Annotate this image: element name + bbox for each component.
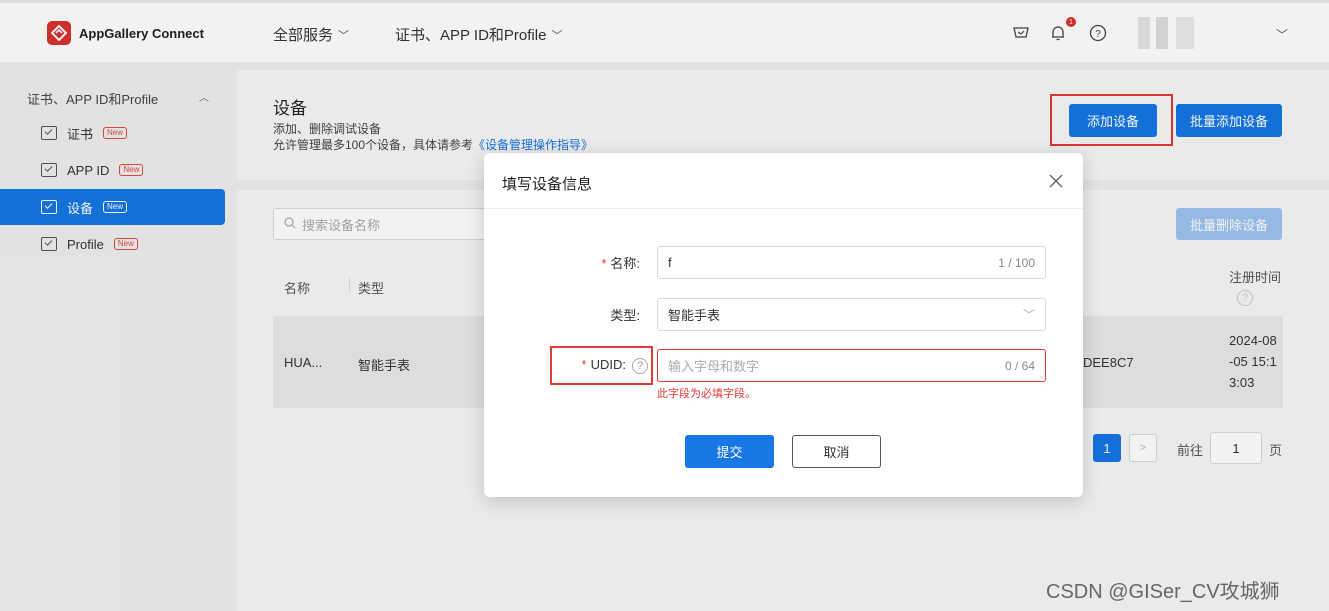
cancel-button[interactable]: 取消	[792, 435, 881, 468]
device-name-input[interactable]: f 1 / 100	[657, 246, 1046, 279]
required-mark: *	[601, 256, 607, 271]
name-char-counter: 1 / 100	[998, 255, 1035, 270]
device-info-dialog: 填写设备信息 * 名称: f 1 / 100 类型: 智能手表 ﹀ * UDID:?…	[484, 153, 1083, 497]
dialog-divider	[484, 208, 1083, 209]
dialog-title: 填写设备信息	[502, 176, 593, 193]
udid-placeholder: 输入字母和数字	[668, 359, 760, 374]
udid-label: * UDID:?	[568, 357, 648, 374]
device-type-select[interactable]: 智能手表 ﹀	[657, 298, 1046, 331]
required-mark: *	[581, 357, 587, 372]
help-icon[interactable]: ?	[632, 357, 648, 374]
udid-char-counter: 0 / 64	[1004, 358, 1035, 373]
type-label: 类型:	[610, 308, 640, 323]
device-type-value: 智能手表	[668, 308, 721, 323]
device-name-value: f	[668, 255, 672, 270]
name-label: * 名称:	[601, 256, 640, 271]
udid-input[interactable]: 输入字母和数字 0 / 64	[657, 349, 1046, 382]
submit-button[interactable]: 提交	[685, 435, 774, 468]
chevron-down-icon: ﹀	[1022, 308, 1035, 322]
udid-error-message: 此字段为必填字段。	[657, 388, 756, 400]
close-icon[interactable]	[1047, 172, 1065, 190]
watermark: CSDN @GISer_CV攻城狮	[1046, 581, 1280, 603]
